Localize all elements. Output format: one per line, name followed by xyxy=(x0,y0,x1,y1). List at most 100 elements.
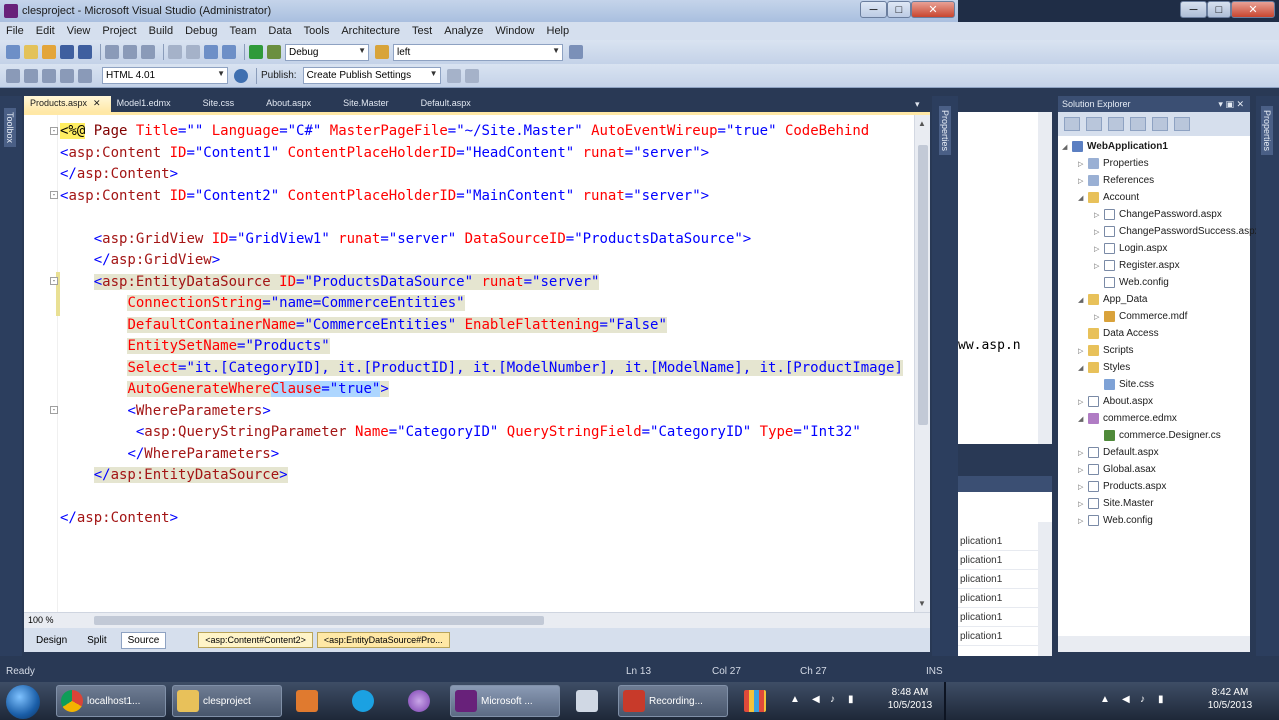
collapse-arrow-icon[interactable]: ◢ xyxy=(1078,296,1088,304)
source-view-button[interactable]: Source xyxy=(120,631,167,649)
attach-icon[interactable] xyxy=(267,45,281,59)
tree-item[interactable]: ▷ Site.Master xyxy=(1078,495,1154,512)
volume-icon[interactable]: ♪ xyxy=(1140,694,1145,705)
expand-arrow-icon[interactable]: ▷ xyxy=(1078,500,1088,508)
scroll-up-icon[interactable]: ▲ xyxy=(918,119,926,128)
publish-settings-select[interactable]: Create Publish Settings ▼ xyxy=(302,67,441,84)
uncomment-icon[interactable] xyxy=(60,68,74,83)
network-icon[interactable]: ◀ xyxy=(1122,694,1130,705)
menu-analyze[interactable]: Analyze xyxy=(444,25,483,37)
clock[interactable]: 8:48 AM 10/5/2013 xyxy=(880,686,940,712)
tab-site-css[interactable]: Site.css xyxy=(197,96,245,112)
tab-products-aspx[interactable]: Products.aspx ✕ xyxy=(24,96,111,112)
tray-expand-icon[interactable]: ▲ xyxy=(790,694,800,705)
code-editor[interactable]: - - - - <%@ Page Title="" Language="C#" … xyxy=(24,112,930,612)
minimize-button[interactable]: ─ xyxy=(860,1,887,18)
taskbar-app-visual-studio[interactable]: Microsoft ... xyxy=(450,685,560,717)
background-close-button[interactable]: ✕ xyxy=(1231,1,1275,18)
code-line[interactable]: <asp:Content ID="Content1" ContentPlaceH… xyxy=(60,143,914,165)
properties-tab[interactable]: Properties xyxy=(1261,106,1273,156)
collapse-arrow-icon[interactable]: ◢ xyxy=(1078,364,1088,372)
code-text[interactable]: <%@ Page Title="" Language="C#" MasterPa… xyxy=(60,121,914,611)
publish-one-click-icon[interactable] xyxy=(464,68,479,83)
redo-icon[interactable] xyxy=(186,45,200,59)
expand-arrow-icon[interactable]: ▷ xyxy=(1078,160,1088,168)
taskbar-app-skype[interactable] xyxy=(348,685,384,717)
view-code-icon[interactable] xyxy=(1130,117,1146,131)
expand-arrow-icon[interactable]: ▷ xyxy=(1078,483,1088,491)
solution-explorer-icon[interactable] xyxy=(569,45,583,59)
menu-help[interactable]: Help xyxy=(547,25,570,37)
menu-architecture[interactable]: Architecture xyxy=(341,25,400,37)
undo-icon[interactable] xyxy=(168,45,182,59)
expand-arrow-icon[interactable]: ▷ xyxy=(1078,398,1088,406)
expand-arrow-icon[interactable]: ▷ xyxy=(1094,245,1104,253)
editor-vertical-scrollbar[interactable]: ▲ ▼ xyxy=(914,115,930,612)
tree-item[interactable]: ◢ App_Data xyxy=(1078,291,1147,308)
tab-default-aspx[interactable]: Default.aspx xyxy=(415,96,481,112)
collapse-icon[interactable]: - xyxy=(50,191,58,199)
code-line[interactable]: EntitySetName="Products" xyxy=(60,336,914,358)
taskbar-app-orb[interactable] xyxy=(404,685,440,717)
menu-window[interactable]: Window xyxy=(495,25,534,37)
expand-arrow-icon[interactable]: ▷ xyxy=(1078,517,1088,525)
breadcrumb-content2[interactable]: <asp:Content#Content2> xyxy=(198,632,313,648)
tree-item[interactable]: ▷ Scripts xyxy=(1078,342,1134,359)
expand-arrow-icon[interactable]: ▷ xyxy=(1078,347,1088,355)
tree-item[interactable]: ▷ Global.asax xyxy=(1078,461,1156,478)
new-project-icon[interactable] xyxy=(6,45,20,59)
navigate-forward-icon[interactable] xyxy=(222,45,236,59)
expand-arrow-icon[interactable]: ▷ xyxy=(1078,466,1088,474)
paste-icon[interactable] xyxy=(141,45,155,59)
tab-about-aspx[interactable]: About.aspx xyxy=(260,96,321,112)
tray-expand-icon[interactable]: ▲ xyxy=(1100,694,1110,705)
taskbar-app-recording[interactable]: Recording... xyxy=(618,685,728,717)
tree-item[interactable]: ◢ Styles xyxy=(1078,359,1130,376)
collapse-arrow-icon[interactable]: ◢ xyxy=(1078,415,1088,423)
menu-test[interactable]: Test xyxy=(412,25,432,37)
code-line[interactable]: ConnectionString="name=CommerceEntities" xyxy=(60,293,914,315)
taskbar-app-tools[interactable] xyxy=(572,685,608,717)
open-file-icon[interactable] xyxy=(24,45,38,59)
tree-item[interactable]: ▷ ChangePasswordSuccess.aspx xyxy=(1094,223,1260,240)
menu-data[interactable]: Data xyxy=(268,25,291,37)
code-line[interactable]: </WhereParameters> xyxy=(60,444,914,466)
expand-arrow-icon[interactable]: ▷ xyxy=(1094,313,1104,321)
start-debugging-icon[interactable] xyxy=(249,45,263,59)
code-line[interactable]: </asp:GridView> xyxy=(60,250,914,272)
battery-icon[interactable]: ▮ xyxy=(1158,694,1164,705)
breadcrumb-entitydatasource[interactable]: <asp:EntityDataSource#Pro... xyxy=(316,632,450,648)
tree-item[interactable]: ▷ Login.aspx xyxy=(1094,240,1167,257)
publish-web-icon[interactable] xyxy=(446,68,461,83)
tree-item[interactable]: ◢ commerce.edmx xyxy=(1078,410,1177,427)
zoom-level[interactable]: 100 % xyxy=(28,615,54,625)
schema-select[interactable]: HTML 4.01 ▼ xyxy=(102,67,228,84)
browser-panel-scrollbar[interactable] xyxy=(1038,112,1052,444)
code-line[interactable]: </asp:Content> xyxy=(60,164,914,186)
menu-tools[interactable]: Tools xyxy=(304,25,330,37)
expand-arrow-icon[interactable]: ▷ xyxy=(1094,262,1104,270)
code-line[interactable] xyxy=(60,487,914,509)
menu-file[interactable]: File xyxy=(6,25,24,37)
code-line[interactable] xyxy=(60,207,914,229)
tree-item[interactable]: ◢ Account xyxy=(1078,189,1139,206)
scroll-down-icon[interactable]: ▼ xyxy=(918,599,926,608)
navigate-back-icon[interactable] xyxy=(204,45,218,59)
menu-team[interactable]: Team xyxy=(230,25,257,37)
tree-item[interactable]: ◢ WebApplication1 xyxy=(1062,138,1168,155)
tab-site-master[interactable]: Site.Master xyxy=(337,96,399,112)
code-line[interactable]: <asp:QueryStringParameter Name="Category… xyxy=(60,422,914,444)
tree-item[interactable]: commerce.Designer.cs xyxy=(1094,427,1221,444)
collapse-icon[interactable]: - xyxy=(50,277,58,285)
tree-item[interactable]: ▷ Default.aspx xyxy=(1078,444,1159,461)
find-icon[interactable] xyxy=(375,45,389,59)
editor-horizontal-scrollbar[interactable]: 100 % xyxy=(24,612,930,628)
tree-item[interactable]: ▷ About.aspx xyxy=(1078,393,1153,410)
tree-item[interactable]: Web.config xyxy=(1094,274,1169,291)
split-view-button[interactable]: Split xyxy=(81,633,112,648)
design-view-button[interactable]: Design xyxy=(30,633,73,648)
taskbar-app-media[interactable] xyxy=(292,685,328,717)
menu-debug[interactable]: Debug xyxy=(185,25,217,37)
clock-background[interactable]: 8:42 AM 10/5/2013 xyxy=(1200,686,1260,712)
find-combo[interactable]: left ▼ xyxy=(393,43,563,61)
